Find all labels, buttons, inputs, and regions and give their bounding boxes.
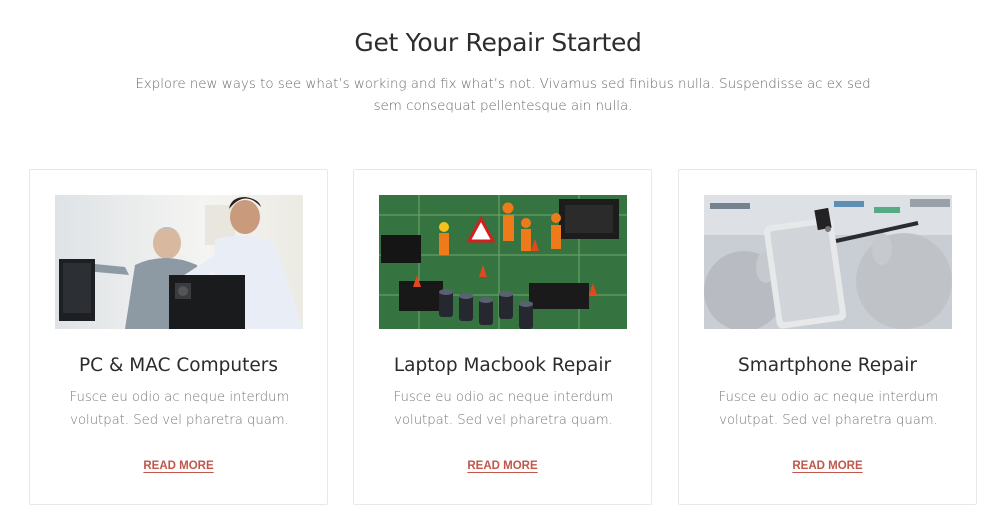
card-title: Laptop Macbook Repair	[393, 355, 612, 376]
read-more-link[interactable]: READ MORE	[679, 460, 976, 472]
service-card-pc-mac: PC & MAC Computers Fusce eu odio ac nequ…	[29, 169, 328, 505]
card-description: Fusce eu odio ac neque interdum volutpat…	[393, 390, 614, 428]
read-more-link[interactable]: READ MORE	[30, 460, 327, 472]
card-title: PC & MAC Computers	[79, 355, 278, 376]
section-title: Get Your Repair Started	[354, 28, 642, 57]
card-description: Fusce eu odio ac neque interdum volutpat…	[69, 390, 290, 428]
card-title: Smartphone Repair	[738, 355, 917, 376]
circuit-board-image[interactable]	[379, 195, 627, 329]
service-card-smartphone: Smartphone Repair Fusce eu odio ac neque…	[678, 169, 977, 505]
read-more-link[interactable]: READ MORE	[354, 460, 651, 472]
service-card-laptop: Laptop Macbook Repair Fusce eu odio ac n…	[353, 169, 652, 505]
computer-repair-image[interactable]	[55, 195, 303, 329]
section-intro: Explore new ways to see what’s working a…	[135, 77, 871, 114]
card-description: Fusce eu odio ac neque interdum volutpat…	[718, 390, 939, 428]
smartphone-repair-image[interactable]	[704, 195, 952, 329]
